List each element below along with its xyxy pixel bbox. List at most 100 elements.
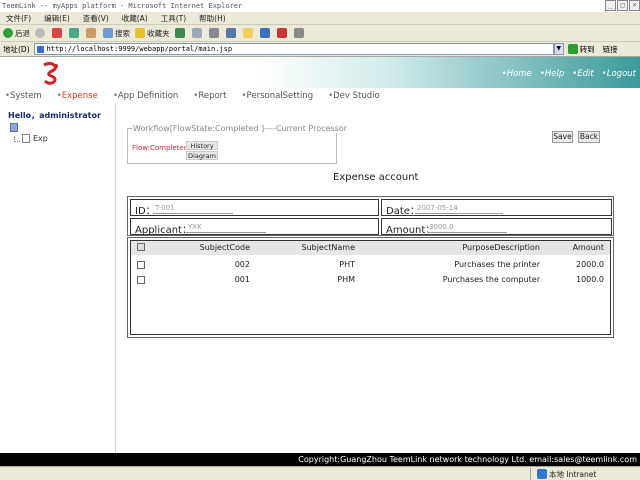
form-title: Expense account <box>333 172 419 183</box>
main-content: Workflow[FlowState:Completed ]----Curren… <box>118 103 640 453</box>
cell-subject-name: PHT <box>339 260 355 269</box>
expense-form: ID： T-001 Date： 2007-05-14 Applicant： YX… <box>127 196 614 236</box>
messenger-button[interactable] <box>259 28 272 38</box>
col-subject-name: SubjectName <box>301 243 355 252</box>
refresh-icon <box>69 28 79 38</box>
id-cell: ID： T-001 <box>130 199 379 217</box>
address-dropdown-button[interactable]: ▼ <box>553 43 564 55</box>
col-amount: Amount <box>572 243 604 252</box>
cell-amount: 1000.0 <box>576 275 604 284</box>
diagram-tab-button[interactable]: Diagram <box>186 151 218 160</box>
messenger-icon <box>259 28 270 38</box>
refresh-button[interactable] <box>69 28 81 38</box>
nav-system[interactable]: System <box>5 91 42 101</box>
nav-personal-setting[interactable]: PersonalSetting <box>242 91 314 101</box>
links-button[interactable]: 链接 <box>603 44 618 55</box>
print-button[interactable] <box>208 28 221 38</box>
menu-help[interactable]: 帮助(H) <box>199 13 226 24</box>
detail-table: SubjectCode SubjectName PurposeDescripti… <box>130 240 611 335</box>
applicant-cell: Applicant： YXK <box>130 218 379 236</box>
amount-field[interactable]: 3000.0 <box>427 222 507 233</box>
edit-page-button[interactable] <box>225 28 238 38</box>
workflow-legend: Workflow[FlowState:Completed ]----Curren… <box>132 124 348 133</box>
cell-subject-name: PHM <box>337 275 355 284</box>
stop-button[interactable] <box>52 28 64 38</box>
cell-amount: 2000.0 <box>576 260 604 269</box>
tree-item-exp[interactable]: Exp <box>14 134 48 143</box>
menu-tools[interactable]: 工具(T) <box>161 13 186 24</box>
copyright-footer: Copyright:GuangZhou TeemLink network tec… <box>0 453 640 466</box>
amount-cell: Amount： 3000.0 <box>381 218 612 236</box>
window-controls: _ □ × <box>604 0 640 12</box>
favorites-button[interactable]: 收藏夹 <box>135 28 170 39</box>
row-checkbox[interactable] <box>137 261 145 269</box>
company-logo <box>40 61 62 85</box>
select-all-checkbox[interactable] <box>137 243 145 251</box>
minimize-button[interactable]: _ <box>605 0 616 11</box>
browser-toolbar: 后退 搜索 收藏夹 <box>0 25 640 42</box>
maximize-button[interactable]: □ <box>617 0 628 11</box>
nav-dev-studio[interactable]: Dev Studio <box>328 91 380 101</box>
home-link[interactable]: Home <box>502 69 532 79</box>
star-icon <box>135 28 145 38</box>
close-button[interactable]: × <box>629 0 640 11</box>
cell-subject-code: 001 <box>234 275 250 284</box>
history-button[interactable] <box>174 28 187 38</box>
cell-subject-code: 002 <box>234 260 250 269</box>
id-field[interactable]: T-001 <box>153 203 233 214</box>
detail-table-container: SubjectCode SubjectName PurposeDescripti… <box>127 237 614 338</box>
app-header: Home Help Edit Logout <box>0 57 640 88</box>
menu-edit[interactable]: 编辑(E) <box>44 13 70 24</box>
address-label: 地址(D) <box>3 44 30 54</box>
forward-button[interactable] <box>35 28 47 38</box>
zone-label: 本地 Intranet <box>549 469 597 479</box>
main-nav: System Expense App Definition Report Per… <box>0 88 640 103</box>
table-header: SubjectCode SubjectName PurposeDescripti… <box>131 241 610 255</box>
nav-app-definition[interactable]: App Definition <box>113 91 178 101</box>
tools-icon <box>293 28 304 38</box>
search-button[interactable]: 搜索 <box>103 28 130 39</box>
mail-button[interactable] <box>191 28 204 38</box>
help-link[interactable]: Help <box>540 69 564 79</box>
back-button[interactable]: 后退 <box>3 28 30 39</box>
folder-button[interactable] <box>242 28 255 38</box>
go-button[interactable]: 转到 <box>567 44 595 55</box>
tree-root-icon[interactable] <box>10 123 18 132</box>
date-field[interactable]: 2007-05-14 <box>415 203 503 214</box>
applicant-label: Applicant： <box>135 225 192 236</box>
search-label: 搜索 <box>115 28 130 38</box>
save-button[interactable]: Save <box>552 131 573 143</box>
col-subject-code: SubjectCode <box>199 243 250 252</box>
row-checkbox[interactable] <box>137 276 145 284</box>
security-zone: 本地 Intranet <box>530 468 596 480</box>
sidebar: Hello，administrator Exp <box>0 103 116 453</box>
nav-expense[interactable]: Expense <box>57 91 98 101</box>
nav-report[interactable]: Report <box>193 91 226 101</box>
go-label: 转到 <box>579 44 595 54</box>
cell-purpose-description: Purchases the printer <box>454 260 540 269</box>
browser-menu-bar: 文件(F) 编辑(E) 查看(V) 收藏(A) 工具(T) 帮助(H) <box>0 12 640 25</box>
menu-favorites[interactable]: 收藏(A) <box>122 13 148 24</box>
applicant-field[interactable]: YXK <box>186 222 266 233</box>
window-title-bar: TeemLink -- myApps platform - Microsoft … <box>0 0 640 12</box>
menu-view[interactable]: 查看(V) <box>83 13 109 24</box>
menu-file[interactable]: 文件(F) <box>6 13 31 24</box>
header-links: Home Help Edit Logout <box>494 69 636 79</box>
back-label: 后退 <box>15 28 30 38</box>
intranet-icon <box>537 469 547 479</box>
stop-icon <box>52 28 62 38</box>
tools-button[interactable] <box>293 28 306 38</box>
edit-link[interactable]: Edit <box>572 69 593 79</box>
research-icon <box>276 28 287 38</box>
logout-link[interactable]: Logout <box>602 69 636 79</box>
address-input[interactable]: http://localhost:9999/webapp/portal/main… <box>33 43 554 55</box>
history-tab-button[interactable]: History <box>186 141 218 150</box>
home-button[interactable] <box>86 28 98 38</box>
research-button[interactable] <box>276 28 289 38</box>
forward-arrow-icon <box>35 28 45 38</box>
back-form-button[interactable]: Back <box>578 131 600 143</box>
back-arrow-icon <box>3 28 13 38</box>
window-title: TeemLink -- myApps platform - Microsoft … <box>2 2 243 10</box>
address-bar: 地址(D) http://localhost:9999/webapp/porta… <box>0 42 640 57</box>
print-icon <box>208 28 219 38</box>
